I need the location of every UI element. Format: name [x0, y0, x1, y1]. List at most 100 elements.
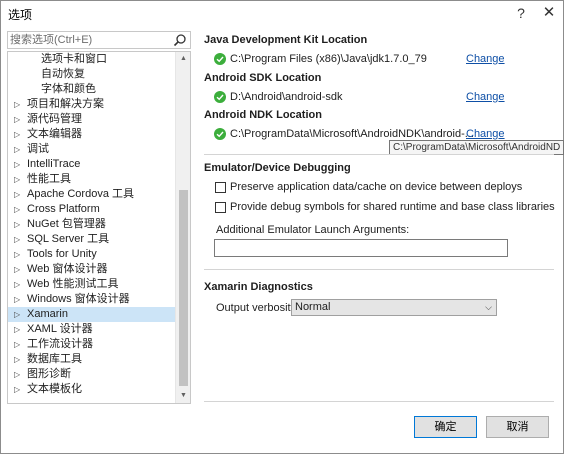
- tree-item[interactable]: ▷ 源代码管理: [8, 112, 176, 127]
- tree-item[interactable]: 自动恢复: [8, 67, 176, 82]
- jdk-change-link[interactable]: Change: [466, 53, 505, 65]
- scroll-thumb[interactable]: [179, 190, 188, 386]
- check-icon: [214, 91, 226, 103]
- sdk-change-link[interactable]: Change: [466, 91, 505, 103]
- cancel-button[interactable]: 取消: [486, 416, 549, 438]
- tree-item-label: Xamarin: [27, 308, 68, 320]
- search-icon[interactable]: [173, 33, 187, 47]
- tree-item[interactable]: ▷ Web 窗体设计器: [8, 262, 176, 277]
- tree-item-label: Tools for Unity: [27, 248, 97, 260]
- tree-item-label: 文本模板化: [27, 383, 82, 395]
- tree-item-label: 源代码管理: [27, 113, 82, 125]
- tree-item[interactable]: ▷ 图形诊断: [8, 367, 176, 382]
- tree-item-label: 项目和解决方案: [27, 98, 104, 110]
- tree-item[interactable]: ▷ 数据库工具: [8, 352, 176, 367]
- expand-arrow-icon[interactable]: ▷: [14, 262, 22, 277]
- expand-arrow-icon[interactable]: ▷: [14, 352, 22, 367]
- tree-item[interactable]: ▷ 调试: [8, 142, 176, 157]
- expand-arrow-icon[interactable]: ▷: [14, 247, 22, 262]
- tree-item[interactable]: ▷ Apache Cordova 工具: [8, 187, 176, 202]
- sdk-section-title: Android SDK Location: [204, 72, 322, 84]
- tree-item[interactable]: ▷ Web 性能测试工具: [8, 277, 176, 292]
- help-button[interactable]: ?: [509, 3, 533, 23]
- title-bar: 选项 ? ✕: [1, 1, 563, 26]
- tree-item[interactable]: ▷ XAML 设计器: [8, 322, 176, 337]
- tree-scrollbar[interactable]: ▲ ▼: [175, 52, 190, 403]
- expand-arrow-icon[interactable]: ▷: [14, 127, 22, 142]
- search-box[interactable]: [7, 31, 191, 49]
- debug-symbols-label: Provide debug symbols for shared runtime…: [230, 201, 555, 213]
- expand-arrow-icon[interactable]: ▷: [14, 292, 22, 307]
- expand-arrow-icon[interactable]: ▷: [14, 157, 22, 172]
- tree-item-label: 字体和颜色: [41, 83, 96, 95]
- launch-args-input[interactable]: [214, 239, 508, 257]
- scroll-down-icon[interactable]: ▼: [179, 391, 188, 401]
- tree-item[interactable]: ▷ 工作流设计器: [8, 337, 176, 352]
- chevron-down-icon[interactable]: ⌵: [485, 300, 492, 315]
- ndk-path: C:\ProgramData\Microsoft\AndroidNDK\andr…: [230, 128, 474, 140]
- tree-item-label: IntelliTrace: [27, 158, 81, 170]
- window-title: 选项: [8, 8, 33, 22]
- tree-item-label: Apache Cordova 工具: [27, 188, 134, 200]
- debug-symbols-checkbox[interactable]: [215, 202, 226, 213]
- preserve-data-option[interactable]: Preserve application data/cache on devic…: [215, 181, 545, 196]
- tree-item[interactable]: ▷ 文本编辑器: [8, 127, 176, 142]
- debug-symbols-option[interactable]: Provide debug symbols for shared runtime…: [215, 201, 555, 216]
- tree-item-label: Windows 窗体设计器: [27, 293, 130, 305]
- sdk-path: D:\Android\android-sdk: [230, 91, 343, 103]
- tree-item-label: 选项卡和窗口: [41, 53, 107, 65]
- tree-item[interactable]: ▷ Tools for Unity: [8, 247, 176, 262]
- ndk-path-tooltip: C:\ProgramData\Microsoft\AndroidND: [389, 140, 564, 155]
- tree-list: 选项卡和窗口自动恢复 字体和颜色 ▷ 项目和解决方案 ▷ 源代码管理 ▷ 文本编辑器 ▷ 调试 ▷ I…: [8, 52, 176, 397]
- ndk-change-link[interactable]: Change: [466, 128, 505, 140]
- tree-item-label: 调试: [27, 143, 49, 155]
- jdk-path-row: C:\Program Files (x86)\Java\jdk1.7.0_79: [214, 52, 464, 68]
- tree-item-label: Web 性能测试工具: [27, 278, 119, 290]
- tree-item-label: 图形诊断: [27, 368, 71, 380]
- emulator-section-title: Emulator/Device Debugging: [204, 162, 351, 174]
- check-icon: [214, 128, 226, 140]
- tree-item[interactable]: ▷ 性能工具: [8, 172, 176, 187]
- tree-item[interactable]: 选项卡和窗口: [8, 52, 176, 67]
- expand-arrow-icon[interactable]: ▷: [14, 142, 22, 157]
- tree-item[interactable]: ▷ NuGet 包管理器: [8, 217, 176, 232]
- close-button[interactable]: ✕: [537, 3, 561, 23]
- expand-arrow-icon[interactable]: ▷: [14, 202, 22, 217]
- tree-item-label: Web 窗体设计器: [27, 263, 108, 275]
- expand-arrow-icon[interactable]: ▷: [14, 112, 22, 127]
- expand-arrow-icon[interactable]: ▷: [14, 217, 22, 232]
- expand-arrow-icon[interactable]: ▷: [14, 382, 22, 397]
- tree-item[interactable]: ▷ SQL Server 工具: [8, 232, 176, 247]
- options-dialog: 选项 ? ✕ 选项卡和窗口自动恢复字体和颜色 ▷ 项目和解决方案 ▷ 源代码管理 ▷ 文本编…: [0, 0, 564, 454]
- tree-item-label: XAML 设计器: [27, 323, 93, 335]
- ok-button[interactable]: 确定: [414, 416, 477, 438]
- expand-arrow-icon[interactable]: ▷: [14, 187, 22, 202]
- tree-item[interactable]: ▷ Cross Platform: [8, 202, 176, 217]
- launch-args-label: Additional Emulator Launch Arguments:: [216, 224, 410, 236]
- preserve-data-checkbox[interactable]: [215, 182, 226, 193]
- verbosity-label: Output verbosity:: [216, 302, 300, 314]
- expand-arrow-icon[interactable]: ▷: [14, 277, 22, 292]
- ndk-section-title: Android NDK Location: [204, 109, 322, 121]
- tree-item[interactable]: 字体和颜色: [8, 82, 176, 97]
- verbosity-select[interactable]: Normal ⌵: [291, 299, 497, 316]
- tree-item[interactable]: ▷ 文本模板化: [8, 382, 176, 397]
- expand-arrow-icon[interactable]: ▷: [14, 367, 22, 382]
- diagnostics-section-title: Xamarin Diagnostics: [204, 281, 313, 293]
- section-divider: [204, 269, 554, 270]
- tree-item[interactable]: ▷ Xamarin: [8, 307, 176, 322]
- tree-item-label: 文本编辑器: [27, 128, 82, 140]
- jdk-section-title: Java Development Kit Location: [204, 34, 368, 46]
- expand-arrow-icon[interactable]: ▷: [14, 97, 22, 112]
- search-input[interactable]: [10, 33, 170, 47]
- expand-arrow-icon[interactable]: ▷: [14, 337, 22, 352]
- expand-arrow-icon[interactable]: ▷: [14, 172, 22, 187]
- expand-arrow-icon[interactable]: ▷: [14, 322, 22, 337]
- tree-item[interactable]: ▷ 项目和解决方案: [8, 97, 176, 112]
- tree-item[interactable]: ▷ Windows 窗体设计器: [8, 292, 176, 307]
- tree-item[interactable]: ▷ IntelliTrace: [8, 157, 176, 172]
- expand-arrow-icon[interactable]: ▷: [14, 307, 22, 322]
- expand-arrow-icon[interactable]: ▷: [14, 232, 22, 247]
- scroll-up-icon[interactable]: ▲: [179, 54, 188, 64]
- tree-item-label: NuGet 包管理器: [27, 218, 106, 230]
